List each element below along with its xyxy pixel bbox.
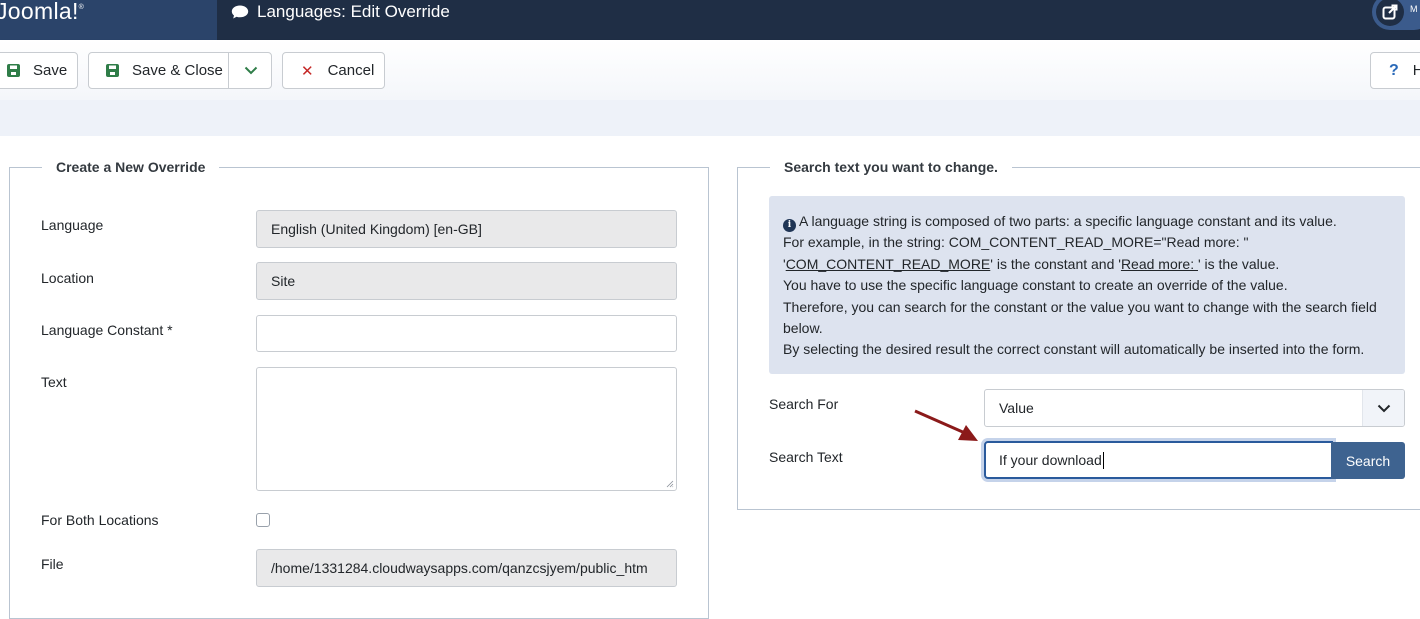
info-line-1: A language string is composed of two par… [799,213,1337,229]
save-icon [7,64,20,77]
page-title: Languages: Edit Override [257,2,450,21]
header: Joomla!® Languages: Edit Override M [0,0,1420,40]
cancel-label: Cancel [327,62,375,79]
location-label: Location [41,270,94,286]
search-for-label: Search For [769,396,839,412]
resize-handle-icon[interactable] [666,480,674,488]
question-icon: ? [1389,61,1399,79]
info-line-6: By selecting the desired result the corr… [783,341,1365,358]
create-override-legend: Create a New Override [56,159,206,175]
language-label: Language [41,217,104,233]
cancel-button[interactable]: ✕ Cancel [282,52,385,89]
subheader-bar [0,100,1420,136]
file-field[interactable]: /home/1331284.cloudwaysapps.com/qanzcsjy… [256,549,677,587]
view-site-button[interactable]: M [1372,0,1420,30]
example-constant: COM_CONTENT_READ_MORE [785,255,991,272]
user-label: M [1410,4,1418,14]
save-label: Save [33,62,68,79]
example-value: Read more: [1120,255,1198,272]
info-line-5: Therefore, you can search for the consta… [783,298,1377,337]
both-locations-checkbox[interactable] [256,513,270,527]
search-for-value: Value [999,400,1034,416]
info-line-4: You have to use the specific language co… [783,277,1288,294]
page-title-wrap: Languages: Edit Override [231,0,450,24]
language-constant-label: Language Constant * [41,322,173,338]
annotation-arrow-icon [914,409,978,441]
text-caret [1102,451,1104,469]
language-value: English (United Kingdom) [en-GB] [271,221,482,237]
info-icon: i [783,219,796,232]
help-button[interactable]: ? H [1370,52,1420,89]
save-icon [106,64,119,77]
external-link-icon [1376,0,1404,26]
save-close-button[interactable]: Save & Close [88,52,272,89]
info-line-3-end: ' is the value. [1197,255,1280,272]
save-dropdown-toggle[interactable] [228,53,272,88]
chevron-down-icon [244,66,257,75]
search-text-label: Search Text [769,449,843,465]
help-label: H [1412,62,1420,79]
both-locations-label: For Both Locations [41,512,159,528]
brand[interactable]: Joomla!® [0,0,217,40]
search-button[interactable]: Search [1331,442,1405,479]
language-field[interactable]: English (United Kingdom) [en-GB] [256,210,677,248]
save-close-label: Save & Close [132,62,223,79]
file-value: /home/1331284.cloudwaysapps.com/qanzcsjy… [271,560,648,576]
search-text-input[interactable]: If your download [984,441,1333,479]
text-label: Text [41,374,67,390]
chevron-down-icon [1377,404,1390,412]
select-arrow [1362,390,1404,426]
file-label: File [41,556,64,572]
language-constant-input[interactable] [256,315,677,352]
joomla-logo: Joomla!® [0,0,85,24]
info-line-2: For example, in the string: COM_CONTENT_… [783,234,1249,251]
search-for-select[interactable]: Value [984,389,1405,427]
info-alert: iA language string is composed of two pa… [769,196,1405,374]
location-field[interactable]: Site [256,262,677,300]
search-legend: Search text you want to change. [784,159,998,175]
toolbar: Save Save & Close ✕ Cancel ? H [0,40,1420,100]
location-value: Site [271,273,296,289]
comment-icon [231,5,249,19]
search-text-value: If your download [999,452,1102,468]
text-textarea[interactable] [256,367,677,491]
save-button[interactable]: Save [0,52,78,89]
info-line-3-mid: ' is the constant and ' [990,255,1121,272]
info-line-3: 'COM_CONTENT_READ_MORE' is the constant … [783,255,1280,272]
close-icon: ✕ [301,62,314,80]
